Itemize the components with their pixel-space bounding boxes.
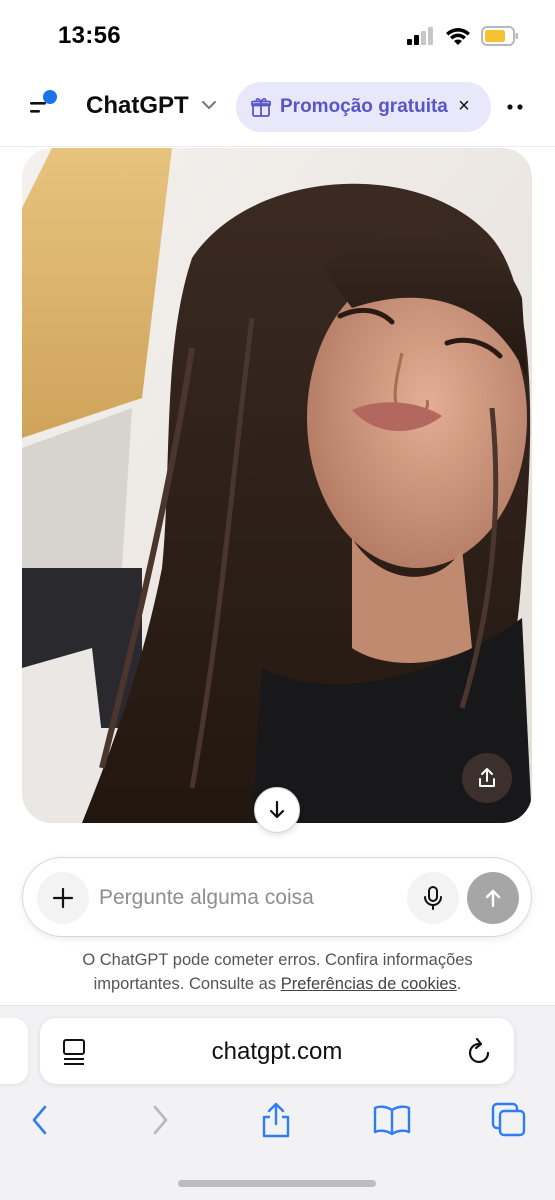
share-button[interactable] [254,1100,298,1140]
share-icon [479,768,495,787]
book-icon [373,1105,411,1136]
status-bar: 13:56 [0,0,555,70]
composer [22,857,532,937]
disclaimer-period: . [456,975,462,993]
photo-image [22,148,532,823]
gift-icon [251,98,271,117]
header-divider [0,146,555,147]
uploaded-photo[interactable] [22,148,532,823]
microphone-button[interactable] [407,872,459,924]
share-icon [262,1102,290,1138]
send-button[interactable] [467,872,519,924]
forward-icon [153,1105,168,1135]
message-input[interactable] [99,880,399,916]
address-bar[interactable]: chatgpt.com [40,1018,514,1084]
promo-close-button[interactable]: × [453,95,475,117]
back-button[interactable] [18,1100,62,1140]
share-photo-button[interactable] [462,753,512,803]
tabs-icon [491,1102,526,1137]
attach-button[interactable] [37,872,89,924]
menu-button[interactable] [26,88,66,122]
bookmarks-button[interactable] [370,1100,414,1140]
battery-icon [481,26,518,46]
arrow-down-icon [269,800,285,819]
more-button[interactable] [500,92,530,122]
cellular-signal-icon [407,27,433,45]
plus-icon [52,887,74,909]
promo-button[interactable]: Promoção gratuita × [236,82,491,132]
disclaimer-line-1: O ChatGPT pode cometer erros. Confira in… [82,951,473,969]
browser-toolbar: chatgpt.com [0,1005,555,1200]
app-title[interactable]: ChatGPT [86,92,189,120]
browser-nav-row [0,1100,555,1140]
arrow-up-icon [485,889,501,908]
back-icon [32,1105,47,1135]
disclaimer-line-2: importantes. Consulte as [93,975,281,993]
status-time: 13:56 [58,22,121,49]
tabs-button[interactable] [487,1100,531,1140]
app-header: ChatGPT Promoção gratuita × [0,78,555,136]
microphone-icon [424,886,442,910]
wifi-icon [446,28,470,45]
reload-icon[interactable] [466,1036,494,1066]
url-text: chatgpt.com [211,1038,343,1065]
chevron-down-icon[interactable] [200,98,218,112]
cookie-preferences-link[interactable]: Preferências de cookies [281,975,457,993]
more-icon [507,104,523,110]
promo-label: Promoção gratuita [280,96,448,117]
status-icons [407,26,519,46]
forward-button[interactable] [138,1100,182,1140]
previous-tab-card[interactable] [0,1018,28,1084]
scroll-down-button[interactable] [254,787,300,833]
menu-icon [30,90,57,113]
disclaimer: O ChatGPT pode cometer erros. Confira in… [40,948,515,996]
home-indicator [178,1180,376,1187]
